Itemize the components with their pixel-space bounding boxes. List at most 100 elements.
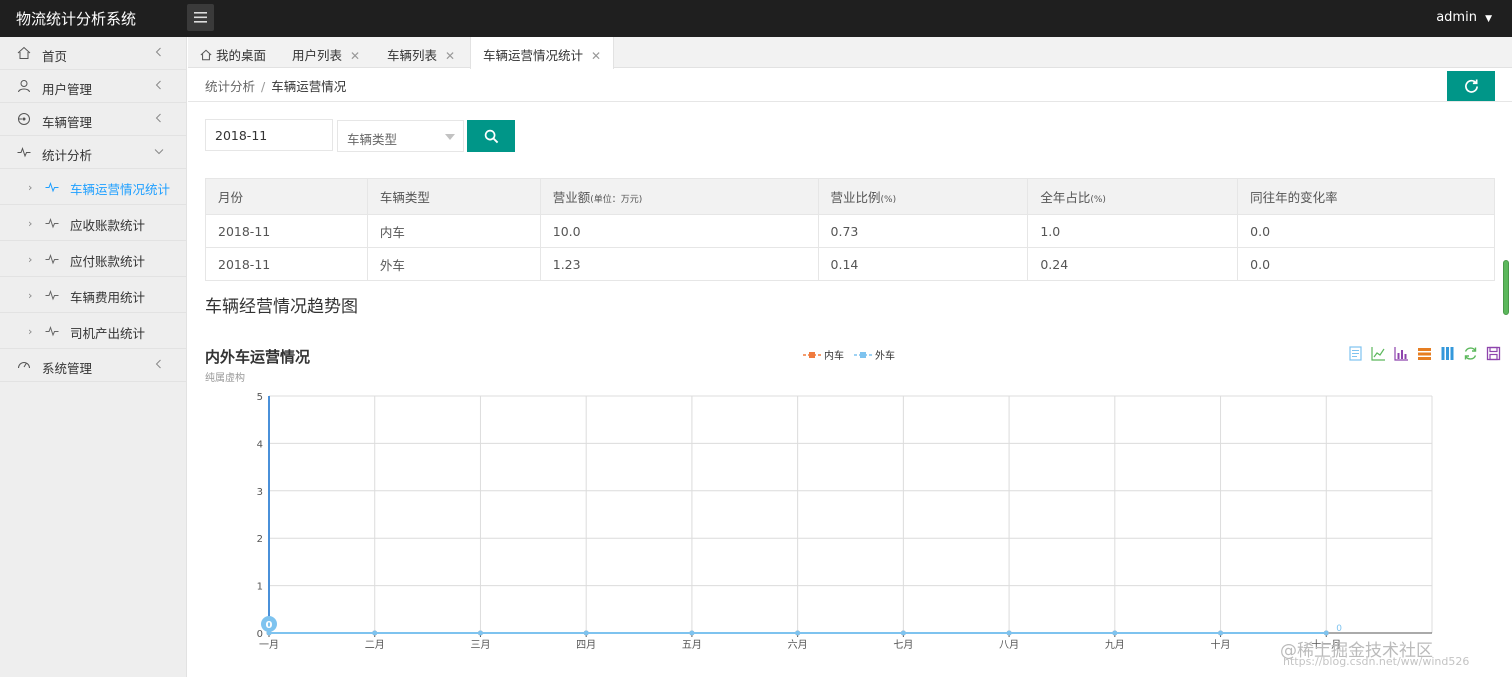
chart-toolbox — [1348, 346, 1501, 361]
save-image-icon[interactable] — [1486, 346, 1501, 361]
page-scrollbar[interactable] — [1503, 260, 1509, 315]
line-icon[interactable] — [1371, 346, 1386, 361]
chart-legend: 内车 外车 — [803, 347, 895, 362]
chevron-right-icon: › — [28, 253, 33, 266]
legend-item-series-1[interactable]: 外车 — [854, 347, 895, 362]
bar-icon[interactable] — [1394, 346, 1409, 361]
sidebar-item-statistics[interactable]: 统计分析 — [0, 136, 186, 169]
home-icon — [17, 46, 31, 59]
pulse-icon — [45, 254, 59, 265]
table-cell: 0.24 — [1027, 247, 1239, 281]
sidebar-item-system[interactable]: 系统管理 — [0, 349, 186, 382]
table-cell: 内车 — [366, 214, 541, 248]
y-tick-label: 2 — [257, 534, 263, 545]
table-cell: 0.0 — [1237, 247, 1495, 281]
sidebar-item-vehicles[interactable]: 车辆管理 — [0, 103, 186, 136]
tab-user-list[interactable]: 用户列表 ✕ — [292, 37, 360, 68]
breadcrumb: 统计分析 / 车辆运营情况 — [205, 76, 346, 95]
chevron-right-icon: › — [28, 217, 33, 230]
tab-desktop[interactable]: 我的桌面 — [200, 37, 266, 68]
data-point — [1112, 630, 1118, 636]
close-icon[interactable]: ✕ — [591, 49, 601, 63]
data-point — [795, 630, 801, 636]
col-month: 月份 — [205, 178, 368, 215]
sidebar-item-users[interactable]: 用户管理 — [0, 70, 186, 103]
username: admin — [1436, 10, 1477, 25]
gauge-icon — [18, 362, 30, 369]
tab-vehicle-list[interactable]: 车辆列表 ✕ — [387, 37, 455, 68]
table-header-row: 月份 车辆类型 营业额(单位：万元) 营业比例(%) 全年占比(%) 同往年的变… — [205, 178, 1495, 215]
data-label: 0 — [1336, 624, 1342, 634]
table-cell: 1.23 — [539, 247, 819, 281]
x-tick-label: 五月 — [682, 639, 702, 651]
close-icon[interactable]: ✕ — [350, 49, 360, 63]
restore-icon[interactable] — [1463, 346, 1478, 361]
top-bar: 物流统计分析系统 admin ▼ — [0, 0, 1512, 37]
y-tick-label: 0 — [257, 629, 263, 640]
x-tick-label: 二月 — [365, 639, 385, 651]
chart-title: 内外车运营情况 — [205, 348, 311, 366]
vehicle-icon — [18, 113, 30, 125]
chevron-down-icon — [154, 149, 164, 155]
sidebar-subitem-receivables[interactable]: › 应收账款统计 — [0, 205, 186, 241]
sidebar-subitem-payables[interactable]: › 应付账款统计 — [0, 241, 186, 277]
pulse-icon — [45, 326, 59, 337]
refresh-button[interactable] — [1447, 71, 1495, 101]
x-tick-label: 六月 — [788, 639, 808, 651]
legend-item-series-0[interactable]: 内车 — [803, 347, 844, 362]
x-tick-label: 九月 — [1105, 639, 1125, 651]
data-view-icon[interactable] — [1348, 346, 1363, 361]
close-icon[interactable]: ✕ — [445, 49, 455, 63]
breadcrumb-parent[interactable]: 统计分析 — [205, 79, 255, 94]
chevron-left-icon — [155, 80, 161, 90]
col-yoy-change: 同往年的变化率 — [1237, 178, 1495, 215]
pulse-icon — [45, 290, 59, 301]
month-input[interactable]: 2018-11 — [205, 119, 333, 151]
col-annual-share: 全年占比(%) — [1027, 178, 1239, 215]
chevron-left-icon — [155, 47, 161, 57]
sidebar-subitem-vehicle-operation[interactable]: › 车辆运营情况统计 — [0, 169, 186, 205]
data-point — [477, 630, 483, 636]
x-tick-label: 一月 — [259, 639, 279, 651]
sidebar-subitem-vehicle-costs[interactable]: › 车辆费用统计 — [0, 277, 186, 313]
caret-down-icon: ▼ — [1485, 14, 1492, 24]
y-tick-label: 4 — [257, 439, 263, 450]
table-cell: 1.0 — [1027, 214, 1239, 248]
chevron-right-icon: › — [28, 289, 33, 302]
tab-vehicle-operation[interactable]: 车辆运营情况统计 ✕ — [470, 37, 615, 69]
breadcrumb-current: 车辆运营情况 — [271, 79, 347, 94]
data-label: 0 — [266, 620, 273, 631]
table-row: 2018-11 内车 10.0 0.73 1.0 0.0 — [205, 214, 1495, 248]
user-icon — [18, 80, 30, 93]
pulse-icon — [17, 147, 31, 158]
table-cell: 0.73 — [817, 214, 1029, 248]
watermark-url: https://blog.csdn.net/ww/wind526 — [1283, 655, 1470, 668]
y-tick-label: 3 — [257, 487, 263, 498]
x-tick-label: 八月 — [999, 639, 1019, 651]
vehicle-type-select[interactable]: 车辆类型 — [337, 120, 464, 152]
chevron-left-icon — [155, 359, 161, 369]
menu-toggle-button[interactable] — [187, 4, 214, 31]
data-point — [689, 630, 695, 636]
hamburger-icon — [194, 12, 207, 23]
pulse-icon — [45, 182, 59, 193]
col-vehicle-type: 车辆类型 — [366, 178, 541, 215]
data-point — [1218, 630, 1224, 636]
user-menu[interactable]: admin ▼ — [1436, 10, 1492, 25]
legend-marker — [854, 351, 872, 358]
sidebar-subitem-driver-output[interactable]: › 司机产出统计 — [0, 313, 186, 349]
data-point — [372, 630, 378, 636]
x-tick-label: 三月 — [470, 639, 490, 651]
table-cell: 2018-11 — [205, 214, 368, 248]
data-point — [1006, 630, 1012, 636]
chart-subtitle: 纯属虚构 — [205, 373, 245, 384]
caret-down-icon — [445, 134, 455, 140]
x-tick-label: 十月 — [1211, 638, 1231, 651]
search-button[interactable] — [467, 120, 515, 152]
y-tick-label: 5 — [257, 392, 263, 403]
tiled-icon[interactable] — [1440, 346, 1455, 361]
stack-icon[interactable] — [1417, 346, 1432, 361]
operations-table: 月份 车辆类型 营业额(单位：万元) 营业比例(%) 全年占比(%) 同往年的变… — [205, 178, 1495, 281]
sidebar-item-home[interactable]: 首页 — [0, 37, 186, 70]
app-title: 物流统计分析系统 — [16, 10, 137, 28]
